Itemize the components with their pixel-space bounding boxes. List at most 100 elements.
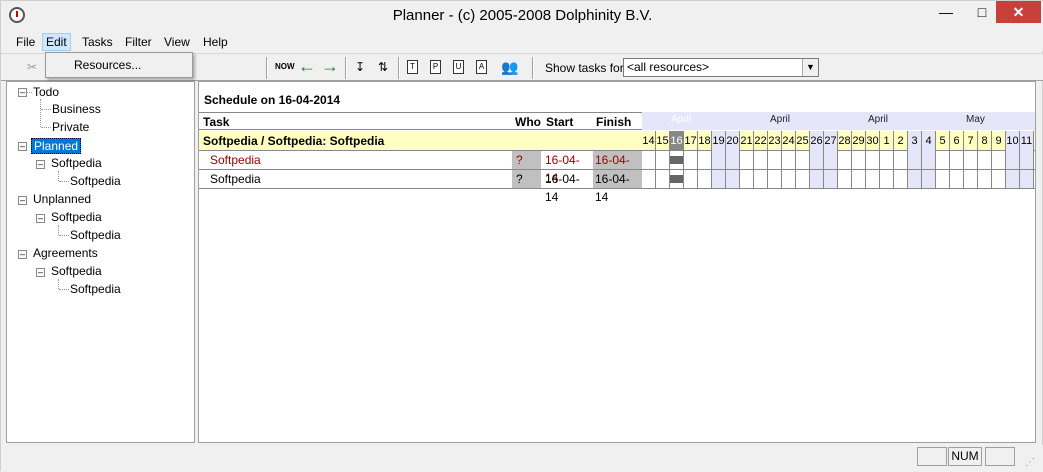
gantt-cell[interactable] (936, 170, 950, 188)
gantt-cell[interactable] (894, 170, 908, 188)
gantt-cell[interactable] (656, 151, 670, 169)
column-who[interactable]: Who (515, 115, 541, 129)
menu-view[interactable]: View (161, 33, 193, 51)
gantt-cell[interactable] (810, 170, 824, 188)
planned-doc-icon[interactable]: P (430, 60, 441, 74)
tree-node-planned-softpedia-child[interactable]: Softpedia (70, 174, 121, 188)
sort-down-icon[interactable]: ↧ (351, 58, 369, 76)
agreement-doc-icon[interactable]: A (476, 60, 487, 74)
group-row[interactable]: Softpedia / Softpedia: Softpedia 14 15 16 1… (199, 131, 1035, 151)
gantt-cell[interactable] (824, 151, 838, 169)
gantt-cell[interactable] (796, 151, 810, 169)
gantt-cell[interactable] (754, 151, 768, 169)
menu-help[interactable]: Help (200, 33, 231, 51)
gantt-cell[interactable] (712, 170, 726, 188)
collapse-icon[interactable]: – (18, 142, 27, 151)
gantt-cell[interactable] (642, 170, 656, 188)
task-bar[interactable] (670, 175, 683, 183)
gantt-cell[interactable] (894, 151, 908, 169)
menu-tasks[interactable]: Tasks (79, 33, 116, 51)
gantt-cell[interactable] (740, 170, 754, 188)
column-task[interactable]: Task (203, 115, 229, 129)
gantt-cell[interactable] (992, 151, 1006, 169)
collapse-icon[interactable]: – (18, 196, 27, 205)
tree-node-unplanned-softpedia[interactable]: Softpedia (51, 210, 102, 224)
gantt-cell[interactable] (880, 170, 894, 188)
tree-node-unplanned[interactable]: Unplanned (33, 192, 91, 206)
people-icon[interactable]: 👥 (501, 58, 519, 76)
gantt-cell[interactable] (824, 170, 838, 188)
gantt-cell[interactable] (880, 151, 894, 169)
tree-node-private[interactable]: Private (52, 120, 89, 134)
gantt-cell[interactable] (796, 170, 810, 188)
minimize-button[interactable]: — (931, 1, 961, 23)
sort-both-icon[interactable]: ⇅ (374, 58, 392, 76)
gantt-cell[interactable] (726, 151, 740, 169)
tree-node-agreements-softpedia-child[interactable]: Softpedia (70, 282, 121, 296)
gantt-cell[interactable] (768, 170, 782, 188)
menu-filter[interactable]: Filter (122, 33, 155, 51)
tree-node-planned[interactable]: Planned (31, 138, 82, 154)
menu-file[interactable]: File (13, 33, 38, 51)
maximize-button[interactable]: □ (967, 1, 997, 23)
arrow-left-icon[interactable]: ← (298, 57, 316, 76)
gantt-cell[interactable] (684, 151, 698, 169)
gantt-cell[interactable] (866, 170, 880, 188)
gantt-cell[interactable] (740, 151, 754, 169)
menu-item-resources[interactable]: Resources... (74, 58, 141, 72)
collapse-icon[interactable]: – (36, 268, 45, 277)
column-finish[interactable]: Finish (596, 115, 631, 129)
gantt-cell[interactable] (908, 151, 922, 169)
task-doc-icon[interactable]: T (407, 60, 418, 74)
gantt-cell[interactable] (992, 170, 1006, 188)
gantt-cell[interactable] (684, 170, 698, 188)
task-bar[interactable] (670, 156, 683, 164)
gantt-cell[interactable] (950, 170, 964, 188)
gantt-cell[interactable] (964, 170, 978, 188)
gantt-cell[interactable] (950, 151, 964, 169)
gantt-cell[interactable] (698, 170, 712, 188)
gantt-cell[interactable] (978, 170, 992, 188)
gantt-cell[interactable] (1006, 170, 1020, 188)
gantt-cell[interactable] (726, 170, 740, 188)
gantt-cell[interactable] (866, 151, 880, 169)
cut-icon[interactable]: ✂ (23, 58, 41, 76)
gantt-cell[interactable] (712, 151, 726, 169)
arrow-right-icon[interactable]: → (321, 57, 339, 76)
gantt-cell[interactable] (838, 170, 852, 188)
resource-select[interactable]: <all resources> ▼ (623, 58, 819, 77)
gantt-cell[interactable] (852, 151, 866, 169)
resize-grip-icon[interactable]: ⋰ (1025, 457, 1035, 468)
tree-node-todo[interactable]: Todo (33, 85, 59, 99)
menu-edit[interactable]: Edit (42, 33, 71, 51)
close-button[interactable]: ✕ (996, 1, 1041, 23)
gantt-cell[interactable] (908, 170, 922, 188)
gantt-cell[interactable] (768, 151, 782, 169)
task-row[interactable]: Softpedia ? 16-04-14 16-04-14 (199, 170, 1035, 204)
collapse-icon[interactable]: – (18, 88, 27, 97)
tree-node-agreements-softpedia[interactable]: Softpedia (51, 264, 102, 278)
collapse-icon[interactable]: – (36, 160, 45, 169)
gantt-cell[interactable] (810, 151, 824, 169)
gantt-cell[interactable] (642, 151, 656, 169)
gantt-cell[interactable] (1006, 151, 1020, 169)
chevron-down-icon[interactable]: ▼ (802, 59, 818, 76)
column-start[interactable]: Start (546, 115, 573, 129)
task-row[interactable]: Softpedia ? 16-04-14 16-04-14 (199, 151, 1035, 185)
gantt-cell[interactable] (852, 170, 866, 188)
gantt-cell[interactable] (936, 151, 950, 169)
collapse-icon[interactable]: – (36, 214, 45, 223)
now-button[interactable]: NOW (275, 58, 295, 76)
gantt-cell[interactable] (1020, 151, 1034, 169)
gantt-cell[interactable] (978, 151, 992, 169)
collapse-icon[interactable]: – (18, 250, 27, 259)
gantt-cell[interactable] (1020, 170, 1034, 188)
unplanned-doc-icon[interactable]: U (453, 60, 464, 74)
gantt-cell[interactable] (782, 170, 796, 188)
gantt-cell[interactable] (922, 151, 936, 169)
tree-node-planned-softpedia[interactable]: Softpedia (51, 156, 102, 170)
gantt-cell[interactable] (964, 151, 978, 169)
tree-node-unplanned-softpedia-child[interactable]: Softpedia (70, 228, 121, 242)
gantt-cell[interactable] (754, 170, 768, 188)
gantt-cell[interactable] (656, 170, 670, 188)
